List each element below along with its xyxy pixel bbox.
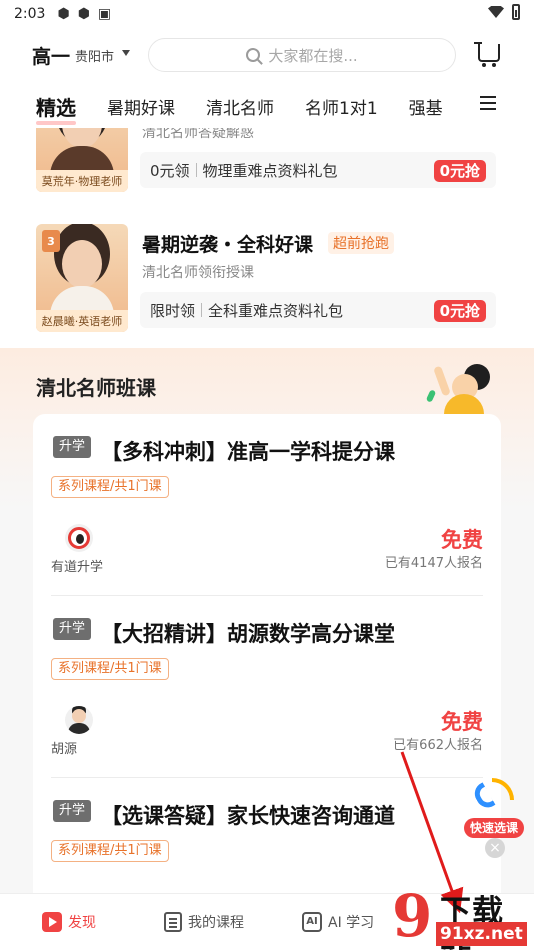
- promo-card[interactable]: 3 赵晨曦·英语老师 暑期逆袭・全科好课 超前抢跑 清北名师领衔授课 限时领 全…: [0, 218, 534, 338]
- teacher-name: 胡源: [51, 742, 78, 757]
- category-tabs: 精选 暑期好课 清北名师 名师1对1 强基: [0, 86, 534, 126]
- promo-bar-text: 物理重难点资料礼包: [202, 161, 338, 180]
- watermark-url: 91xz.net: [436, 922, 527, 946]
- nav-discover[interactable]: 发现: [42, 912, 96, 932]
- price: 免费: [441, 710, 483, 734]
- course-list-icon: [164, 912, 182, 932]
- grade-selector[interactable]: 高一: [32, 42, 70, 69]
- teacher-photo: 3 赵晨曦·英语老师: [36, 224, 128, 332]
- teacher-photo: 莫荒年·物理老师: [36, 128, 128, 192]
- app-notification-icon: ⬢: [57, 6, 70, 22]
- promo-bar-text: 全科重难点资料礼包: [208, 301, 344, 320]
- grab-button[interactable]: 0元抢: [433, 160, 486, 182]
- promo-card[interactable]: 莫荒年·物理老师 清北名师答疑解惑 0元领 物理重难点资料礼包 0元抢: [0, 128, 534, 204]
- quick-consult-label: 快速选课: [464, 818, 524, 838]
- nav-label: AI 学习: [328, 915, 375, 931]
- quick-consult-button[interactable]: 快速选课: [464, 774, 526, 838]
- cheering-girl-illustration: [425, 360, 494, 416]
- header-top-row: 高一 贵阳市 大家都在搜...: [0, 36, 534, 76]
- teacher-caption: 赵晨曦·英语老师: [36, 310, 128, 332]
- enroll-count: 已有662人报名: [393, 738, 483, 753]
- nav-ai-learning[interactable]: AI AI 学习: [302, 912, 374, 932]
- course-title: 【大招精讲】胡源数学高分课堂: [101, 622, 395, 646]
- enroll-count: 已有4147人报名: [384, 556, 483, 571]
- status-time: 2:03: [14, 6, 46, 22]
- class-section: 清北名师班课 升学 【多科冲刺】准高一学科提分课 系列课程/共1门课 有道升学 …: [0, 348, 534, 904]
- status-indicators: [488, 4, 520, 20]
- category-tag: 升学: [53, 618, 92, 640]
- chevron-down-icon[interactable]: [122, 50, 130, 56]
- tab-summer[interactable]: 暑期好课: [107, 94, 175, 119]
- city-selector[interactable]: 贵阳市: [75, 46, 114, 65]
- category-tag: 升学: [53, 800, 92, 822]
- wifi-icon: [488, 6, 504, 18]
- series-tag: 系列课程/共1门课: [51, 658, 169, 680]
- notification-a-icon: ▣: [97, 6, 112, 22]
- promo-bar-label: 0元领: [150, 161, 190, 180]
- series-tag: 系列课程/共1门课: [51, 840, 169, 862]
- promo-tag: 超前抢跑: [328, 232, 394, 254]
- menu-icon[interactable]: [480, 96, 496, 110]
- promo-gift-bar[interactable]: 0元领 物理重难点资料礼包 0元抢: [140, 152, 496, 188]
- search-placeholder: 大家都在搜...: [268, 46, 358, 65]
- search-icon: [246, 48, 261, 62]
- promo-subtitle: 清北名师领衔授课: [142, 265, 254, 281]
- promo-subtitle: 清北名师答疑解惑: [142, 128, 254, 141]
- promo-title: 暑期逆袭・全科好课: [142, 234, 314, 256]
- section-title: 清北名师班课: [36, 376, 156, 400]
- site-watermark: 9 下载站 91xz.net: [392, 884, 534, 950]
- avatar: [65, 524, 93, 552]
- course-list-card: 升学 【多科冲刺】准高一学科提分课 系列课程/共1门课 有道升学 免费 已有41…: [33, 414, 501, 904]
- teacher-caption: 莫荒年·物理老师: [36, 170, 128, 192]
- promo-gift-bar[interactable]: 限时领 全科重难点资料礼包 0元抢: [140, 292, 496, 328]
- ai-icon: AI: [302, 912, 322, 932]
- close-icon[interactable]: ×: [485, 838, 505, 858]
- price: 免费: [441, 528, 483, 552]
- cart-icon[interactable]: [474, 42, 500, 67]
- category-tag: 升学: [53, 436, 92, 458]
- app-notification-icon-2: ⬢: [77, 6, 90, 22]
- course-title: 【选课答疑】家长快速咨询通道: [101, 804, 395, 828]
- list-item[interactable]: 升学 【多科冲刺】准高一学科提分课 系列课程/共1门课 有道升学 免费 已有41…: [33, 414, 501, 596]
- list-item[interactable]: 升学 【大招精讲】胡源数学高分课堂 系列课程/共1门课 胡源 免费 已有662人…: [33, 596, 501, 778]
- tab-qiangji[interactable]: 强基: [409, 94, 443, 119]
- status-bar: 2:03 ⬢ ⬢ ▣: [0, 0, 534, 28]
- tab-qingbei[interactable]: 清北名师: [206, 94, 274, 119]
- promo-bar-label: 限时领: [150, 301, 196, 320]
- play-icon: [42, 912, 62, 932]
- watermark-logo: 9: [392, 882, 433, 950]
- app-header: 高一 贵阳市 大家都在搜... 精选 暑期好课 清北名师 名师1对1 强基: [0, 28, 534, 128]
- phone-icon: [470, 778, 514, 818]
- nav-my-courses[interactable]: 我的课程: [164, 912, 244, 932]
- battery-icon: [512, 4, 520, 20]
- grab-button[interactable]: 0元抢: [433, 300, 486, 322]
- tab-featured[interactable]: 精选: [36, 92, 76, 125]
- course-title: 【多科冲刺】准高一学科提分课: [101, 440, 395, 464]
- avatar: [65, 706, 93, 734]
- series-tag: 系列课程/共1门课: [51, 476, 169, 498]
- search-input[interactable]: 大家都在搜...: [148, 38, 456, 72]
- tab-one-on-one[interactable]: 名师1对1: [305, 94, 378, 119]
- rank-badge: 3: [42, 230, 60, 252]
- nav-label: 我的课程: [188, 915, 244, 931]
- teacher-name: 有道升学: [51, 560, 104, 575]
- nav-label: 发现: [68, 915, 96, 931]
